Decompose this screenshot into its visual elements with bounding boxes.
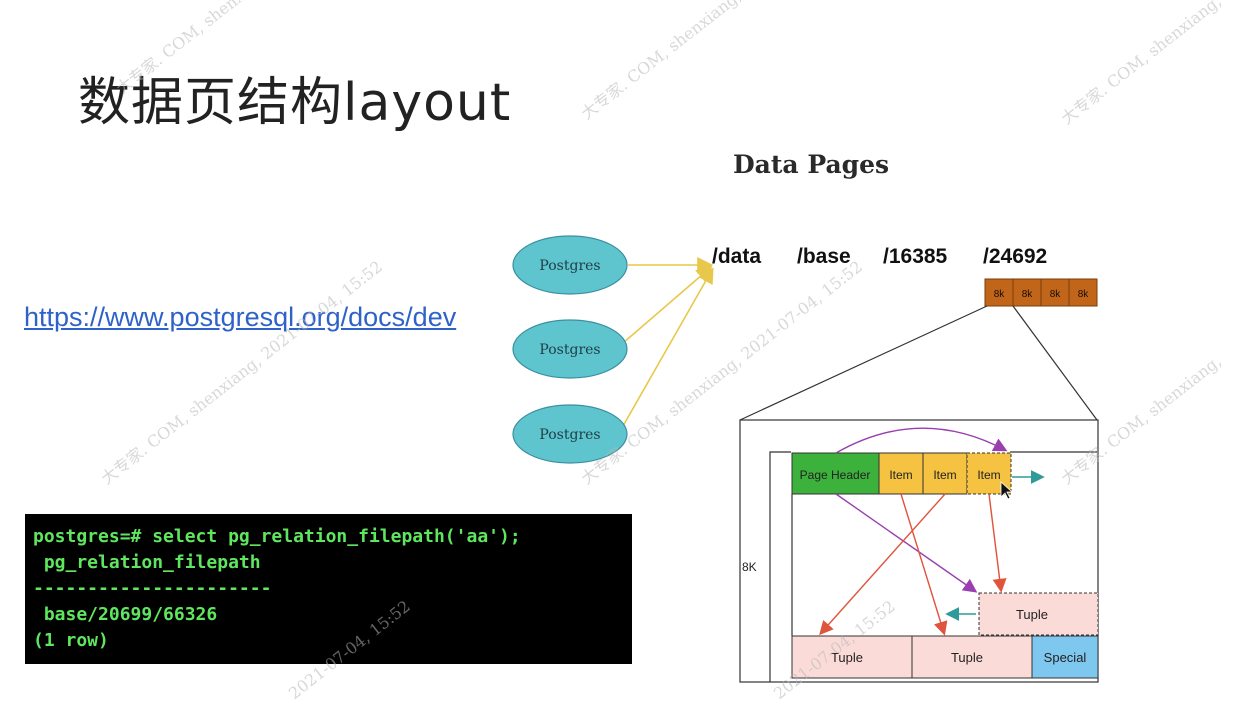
item-label: Item (889, 468, 912, 482)
tuple-label: Tuple (831, 650, 863, 665)
path-segment-data: /data (712, 245, 761, 268)
connector-line (622, 265, 713, 344)
process-label: Postgres (539, 427, 600, 443)
page-size-label: 8K (742, 560, 757, 574)
item-label: Item (933, 468, 956, 482)
zoom-line-left (739, 305, 988, 421)
item-label: Item (977, 468, 1000, 482)
postgres-process-1: Postgres (512, 235, 628, 295)
block-label: 8k (1050, 289, 1062, 300)
block-label: 8k (1078, 289, 1090, 300)
page-header-row: Page Header Item Item Item (791, 452, 1012, 495)
process-label: Postgres (539, 258, 600, 274)
process-connectors (622, 257, 714, 427)
block-label: 8k (1022, 289, 1034, 300)
postgres-process-3: Postgres (512, 404, 628, 464)
tuple-label: Tuple (951, 650, 983, 665)
special-label: Special (1044, 650, 1087, 665)
file-blocks: 8k 8k 8k 8k (984, 278, 1098, 307)
postgres-process-2: Postgres (512, 319, 628, 379)
process-label: Postgres (539, 342, 600, 358)
data-pages-diagram: Postgres Postgres Postgres /data /base /… (512, 235, 1099, 683)
path-segment-db: /16385 (883, 245, 948, 268)
block-label: 8k (994, 289, 1006, 300)
zoom-line-right (1012, 305, 1098, 421)
file-path: /data /base /16385 /24692 (712, 245, 1047, 268)
path-segment-relation: /24692 (983, 245, 1047, 268)
path-segment-base: /base (797, 245, 851, 268)
tuple-label: Tuple (1016, 607, 1048, 622)
page-header-label: Page Header (800, 468, 871, 482)
connector-line (622, 267, 714, 427)
